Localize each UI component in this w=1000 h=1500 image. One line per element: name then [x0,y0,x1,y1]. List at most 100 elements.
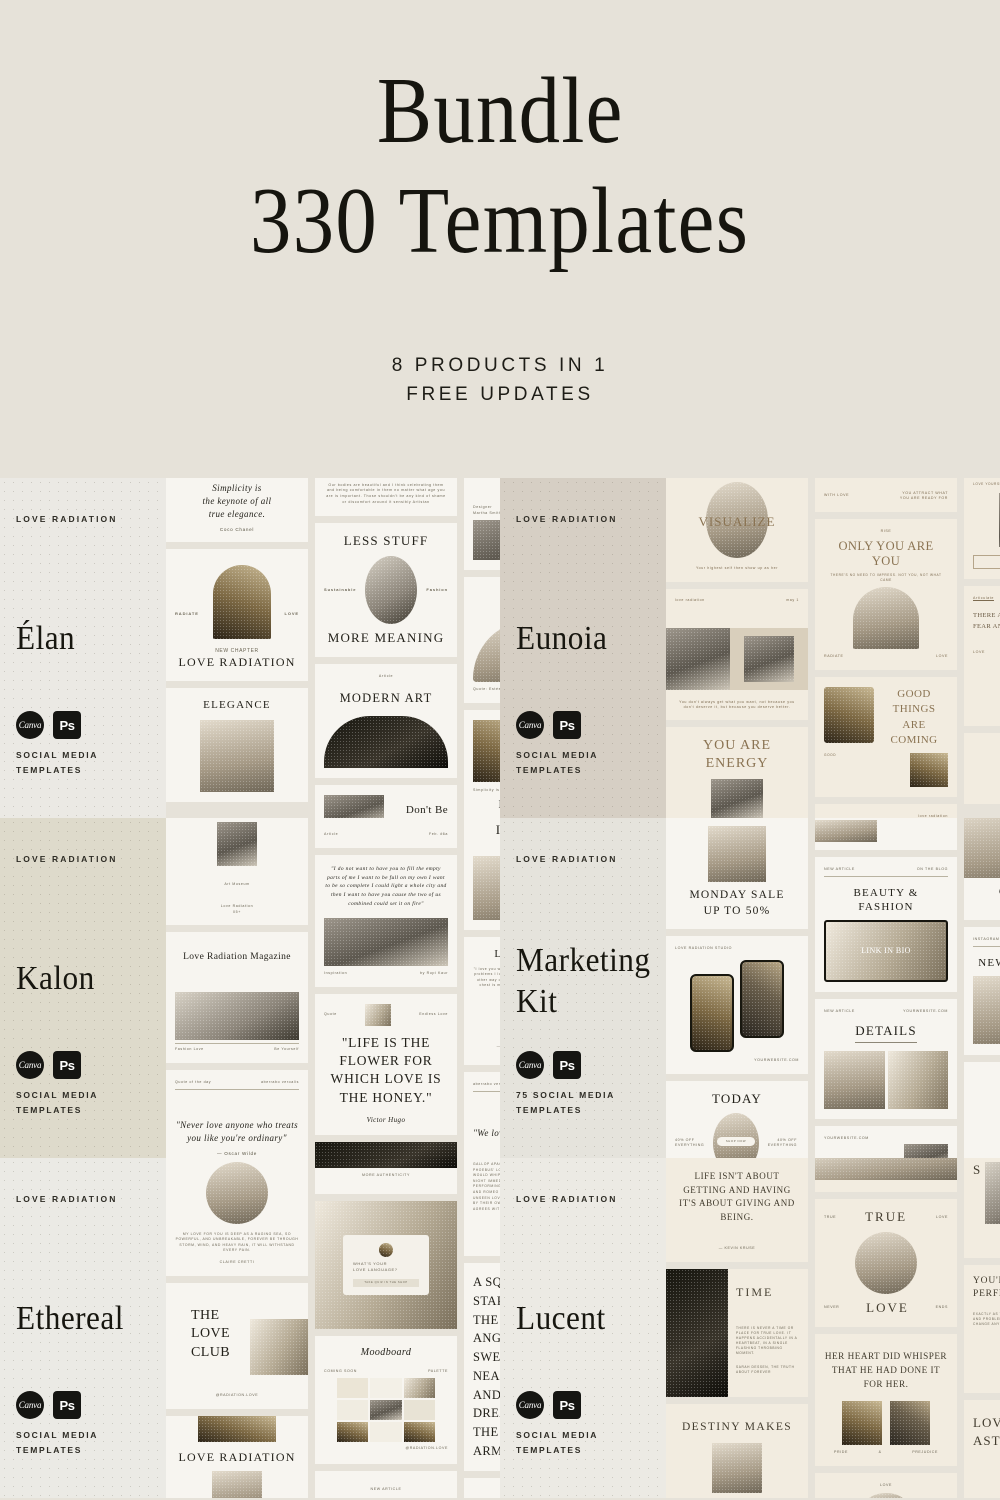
template-card[interactable]: TODAY 40% OFF EVERYTHING SHOP NOW 40% OF… [666,1080,808,1158]
panel-templates-label-elan: SOCIAL MEDIA TEMPLATES [16,750,99,776]
photoshop-icon: Ps [53,1391,81,1420]
template-card[interactable]: Quote Endless Love "LIFE IS THE FLOWER F… [315,993,457,1135]
card-cta[interactable]: LOVE YOURSELF [974,559,1000,565]
card-column-3: IMMORTAL "Where Love" spicy, a pale LOVE… [464,818,500,1158]
template-card[interactable]: MONDAY SALE UP TO 50% [666,818,808,930]
template-card[interactable]: THE LOVE CLUB @RADIATION.LOVE [166,1282,308,1409]
template-card[interactable]: Simplicity is the keynote of all true el… [166,478,308,543]
template-card[interactable]: love radiation may 1 You don't always ge… [666,588,808,720]
card-tag-mid: & [878,1450,882,1455]
card-author: SARAH DESSEN, THE TRUTH ABOUT FOREVER [736,1364,795,1374]
card-kicker: Article [378,673,394,678]
card-tag-left: Article [324,832,339,837]
card-title: NEW COLLECTION [978,956,1000,969]
template-card[interactable]: LOVE YOURSELF LOVE YOURSELF [964,478,1000,579]
template-card[interactable]: love radiation THE BEST DAY OFYOUR LIFE … [815,804,957,818]
template-card[interactable]: DESTINY MAKES [666,1403,808,1498]
card-body: GOOD [824,753,837,758]
right-half-column: LOVE RADIATION Eunoia Canva Ps SOCIAL ME… [500,478,1000,1500]
template-card[interactable]: NEW ARTICLE ON THE BLOG BEAUTY & FASHION… [815,857,957,993]
template-card[interactable]: RADIATE LOVE NEW CHAPTER LOVE RADIATION [166,549,308,681]
template-card[interactable]: TIME THERE IS NEVER A TIME OR PLACE FOR … [666,1268,808,1397]
template-card[interactable]: MORE AUTHENTICITY [315,1158,457,1194]
template-card[interactable]: INSTAGRAM NEW COLLECTION [964,927,1000,1055]
card-column-3: IS CH Designer Martha Smith BEAUTY IS AN… [464,478,500,818]
card-column-3: S THE UNMASKING OF SLEEPING YOU'REPERFEC… [964,1158,1000,1498]
template-card[interactable]: YOU ARE ENERGY [666,727,808,818]
section-lucent: LOVE RADIATION Lucent Canva Ps SOCIAL ME… [500,1158,1000,1498]
card-cta[interactable]: SHOP NOW [717,1139,755,1143]
card-tag: LOVE [973,650,985,655]
template-card[interactable]: MORE AUTHENTICITY [315,1141,457,1158]
card-quote: LIFE ISN'T ABOUT GETTING AND HAVING IT'S… [679,1171,795,1222]
template-card[interactable]: LOVEASTRONOMY ALWAYS [964,1400,1000,1498]
template-card[interactable]: BEAUTY IS AN ATTITUDE Quote: Estée Laude… [464,577,500,703]
template-card[interactable]: S Simplicity is the keynote IMMORTAL [464,709,500,818]
template-card[interactable]: LOVE RADIATION Online Journal [166,1415,308,1498]
card-tag-right: YOURWEBSITE.COM [903,1009,948,1014]
template-card[interactable] [815,1158,957,1192]
card-title: BEAUTY & FASHION [853,886,919,914]
hero-title-line1: Bundle [376,59,624,163]
template-card[interactable]: WITH LOVE YOU ATTRACT WHAT YOU ARE READY… [815,478,957,512]
template-card[interactable]: Article MODERN ART [315,663,457,778]
template-card[interactable]: NEW ARTICLE FINDING YOURSELF: [315,1471,457,1498]
template-card[interactable]: "I do not want to have you to fill the e… [315,855,457,987]
template-card[interactable]: LOVE QUOTE "I love you without knowing h… [464,937,500,1066]
card-title: MODERN ART [339,690,433,705]
template-card[interactable]: GIVEAWAY ENTER NOW [964,818,1000,920]
template-card[interactable]: NEW ARTICLE YOURWEBSITE.COM DETAILS [815,999,957,1119]
template-card[interactable]: YOURWEBSITE.COM [815,1125,957,1158]
card-handle: @RADIATION.LOVE [215,1392,259,1397]
card-cta[interactable]: TAKE QUIZ IN THE SHOP [353,1281,419,1285]
template-card[interactable]: Don't Be [315,784,457,818]
template-card[interactable]: GALLOP APACE, YOU FIERY-FOOTED STEEDS, T… [464,1158,500,1256]
card-quote-3: true elegance. [208,509,266,520]
template-card[interactable]: WHAT'S YOUR LOVE LANGUAGE? TAKE QUIZ IN T… [315,1201,457,1329]
panel-name-elan: Élan [16,620,76,657]
card-title: GIVEAWAY [964,884,1000,900]
card-title-2: LOVE [866,1299,909,1315]
template-card[interactable]: A SQUILLION STARS SHINE IN THE SKY. SO A… [464,1263,500,1471]
card-tag: MEET [973,788,1000,794]
card-column-1: Simplicity is the keynote of all true el… [166,478,308,803]
template-card[interactable]: Love Radiation Magazine Fashion Love Be … [166,932,308,1063]
card-tag-right: YOU ATTRACT WHAT YOU ARE READY FOR [899,490,948,501]
template-card[interactable]: S THE UNMASKING OF SLEEPING [964,1158,1000,1258]
template-card[interactable]: Articulate THERE ARE TWO BASIC FORCES: F… [964,585,1000,726]
template-card[interactable]: Quote of the day aberrabo veroalis "Neve… [166,1070,308,1158]
template-card[interactable]: ELEGANCE [166,687,308,803]
card-author: — KEVIN KRUSE [718,1246,756,1250]
template-card[interactable]: YOU'REPERFECT EXACTLY AS YOU ARE, WITH A… [964,1265,1000,1393]
template-card[interactable]: IS CH Designer Martha Smith [464,478,500,571]
template-card[interactable]: VISUALIZE Your highest self then show up… [666,478,808,582]
template-card[interactable]: aberrabo veroalis "We love the things we… [464,1072,500,1158]
canva-icon: Canva [16,711,44,740]
template-card[interactable]: LESS STUFF Sustainable Fashion MORE MEAN… [315,523,457,657]
panel-templates-label-kalon: SOCIAL MEDIA TEMPLATES [16,1090,99,1116]
template-card[interactable]: LOVE RADIATION STUDIO YOURWEBSITE.COM [666,936,808,1074]
template-card[interactable]: RISE ONLY YOU ARE YOU THERE'S NO NEED TO… [815,519,957,670]
panel-badges-kalon: Canva Ps SOCIAL MEDIA TEMPLATES [16,1051,98,1118]
template-card[interactable]: IMMORTAL "Where Love" spicy, a pale [464,818,500,931]
template-card[interactable]: MY LOVE FOR YOU IS DEEP AS A RAGING SEA,… [166,1158,308,1276]
card-cta[interactable]: ENTER NOW [964,906,1000,912]
template-card[interactable]: Article Feb. #6a [315,818,457,848]
template-card[interactable]: LOVE [815,1473,957,1498]
template-card[interactable] [815,818,957,850]
template-card[interactable]: Art Museum Love Radiation 05+ [166,818,308,926]
template-card[interactable]: HER HEART DID WHISPER THAT HE HAD DONE I… [815,1334,957,1467]
template-card[interactable]: LOVE LANGUAGE ACCORDING TO ME [464,1477,500,1498]
template-card[interactable]: Our bodies are beautiful and I think cel… [315,478,457,516]
panel-kicker-elan: LOVE RADIATION [16,514,118,524]
template-card[interactable]: Moodboard COMING SOON PALETTE @RADIATION… [315,1336,457,1464]
template-card[interactable]: LIFE ISN'T ABOUT GETTING AND HAVING IT'S… [666,1158,808,1262]
template-card[interactable]: TRUE TRUE LOVE NEVER LOVE ENDS [815,1199,957,1327]
template-card[interactable]: MEET [964,732,1000,804]
template-card[interactable]: FREESHIPPING ONLY TODAY ONLY [964,1062,1000,1158]
card-meta-2: 05+ [233,909,241,914]
card-column-3: GALLOP APACE, YOU FIERY-FOOTED STEEDS, T… [464,1158,500,1498]
card-handle: @RADIATION.LOVE [405,1446,448,1451]
card-quote-2: the keynote of all [202,496,272,507]
template-card[interactable]: GOOD THINGS ARE COMING GOOD [815,676,957,798]
